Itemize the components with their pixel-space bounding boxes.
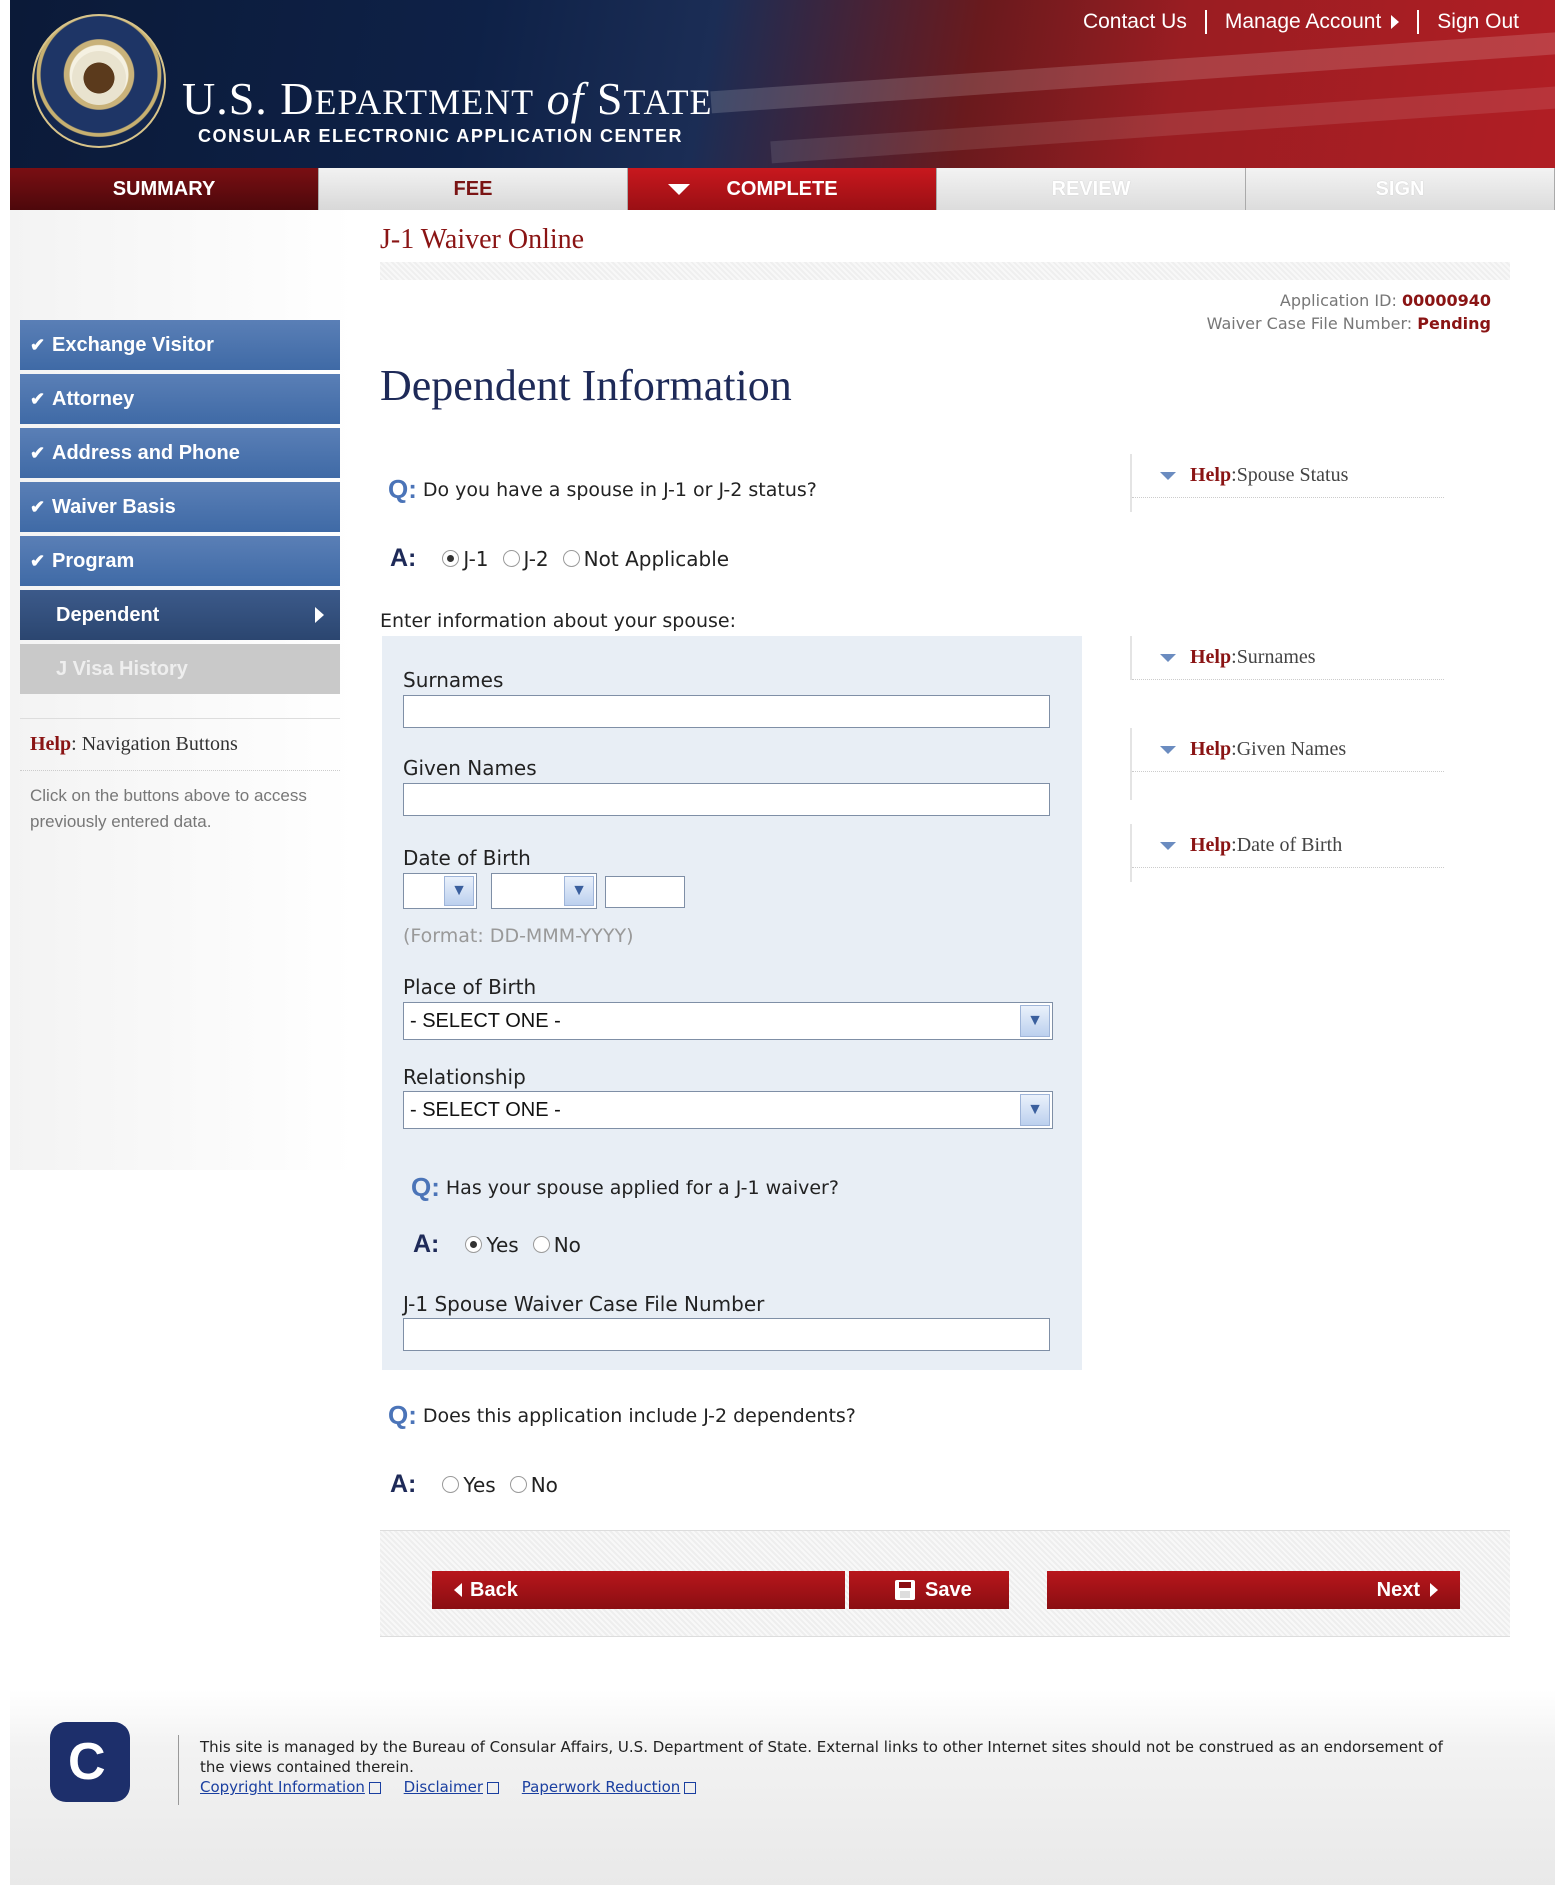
chevron-down-icon: ▼ [564,876,594,906]
application-id-info: Application ID: 00000940 Waiver Case Fil… [1206,291,1491,334]
answer-j2-dependents: A: Yes No [390,1470,558,1498]
help-spouse-status[interactable]: Help: Spouse Status [1130,454,1444,512]
sidebar-item-address-and-phone[interactable]: ✔ Address and Phone [20,428,340,478]
radio-not-applicable[interactable] [562,550,580,567]
date-of-birth-label: Date of Birth [403,846,531,870]
checkmark-icon: ✔ [30,442,46,463]
radio-spouse-waiver-yes[interactable] [465,1236,483,1253]
disclaimer-link[interactable]: Disclaimer [404,1778,499,1796]
step-sign: SIGN [1246,168,1555,210]
relationship-select[interactable]: - SELECT ONE - ▼ [403,1091,1053,1129]
radio-j2-dependents-no[interactable] [509,1476,527,1493]
site-subtitle: CONSULAR ELECTRONIC APPLICATION CENTER [198,126,684,146]
footer-links: Copyright Information Disclaimer Paperwo… [200,1778,714,1796]
dob-year-input[interactable] [605,876,685,908]
case-file-number-label: J-1 Spouse Waiver Case File Number [403,1292,765,1316]
radio-spouse-waiver-no[interactable] [532,1236,550,1253]
radio-j2-dependents-yes[interactable] [442,1476,460,1493]
sidebar-item-exchange-visitor[interactable]: ✔ Exchange Visitor [20,320,340,370]
chevron-down-icon: ▼ [444,876,474,906]
place-of-birth-select[interactable]: - SELECT ONE - ▼ [403,1002,1053,1040]
contact-us-link[interactable]: Contact Us [1065,10,1205,34]
manage-account-link[interactable]: Manage Account [1207,10,1417,34]
given-names-label: Given Names [403,756,537,780]
step-review: REVIEW [937,168,1246,210]
step-summary[interactable]: SUMMARY [10,168,319,210]
checkmark-icon: ✔ [30,550,46,571]
step-fee[interactable]: FEE [319,168,628,210]
chevron-down-icon: ▼ [1020,1005,1050,1037]
app-title: J-1 Waiver Online [380,224,585,255]
question-j2-dependents: Q: Does this application include J-2 depe… [388,1400,856,1430]
spouse-section-label: Enter information about your spouse: [380,610,736,632]
sidebar-item-attorney[interactable]: ✔ Attorney [20,374,340,424]
help-date-of-birth[interactable]: Help: Date of Birth [1130,824,1444,882]
answer-spouse-status: A: J-1 J-2 Not Applicable [390,544,730,572]
application-id: 00000940 [1401,291,1491,310]
surnames-input[interactable] [403,695,1050,728]
arrow-left-icon [454,1583,462,1597]
navigation-help-title[interactable]: Help: Navigation Buttons [20,719,340,771]
department-seal-logo[interactable] [32,14,166,148]
external-link-icon [368,1781,381,1794]
page: U.S. DEPARTMENT of STATE CONSULAR ELECTR… [0,0,1565,1885]
question-spouse-status: Q: Do you have a spouse in J-1 or J-2 sta… [388,474,817,504]
caret-down-icon [1160,745,1176,754]
sidebar-item-program[interactable]: ✔ Program [20,536,340,586]
site-title: U.S. DEPARTMENT of STATE [182,73,713,124]
dob-month-select[interactable]: ▼ [491,873,597,909]
case-file-status: Pending [1417,314,1491,334]
next-button[interactable]: Next [1047,1571,1460,1609]
arrow-right-icon [1430,1583,1438,1597]
relationship-label: Relationship [403,1065,526,1089]
paperwork-reduction-link[interactable]: Paperwork Reduction [522,1778,697,1796]
save-button[interactable]: Save [849,1571,1009,1609]
sidebar-item-j-visa-history: J Visa History [20,644,340,694]
navigation-help: Help: Navigation Buttons Click on the bu… [20,718,340,846]
page-title: Dependent Information [380,361,792,410]
dob-format-hint: (Format: DD-MMM-YYYY) [403,925,634,947]
answer-spouse-waiver: A: Yes No [413,1230,581,1258]
save-disk-icon [895,1580,915,1600]
surnames-label: Surnames [403,668,504,692]
external-link-icon [487,1781,499,1794]
checkmark-icon: ✔ [30,496,46,517]
arrow-right-icon [1391,15,1400,30]
consular-affairs-logo: C [50,1722,130,1802]
help-given-names[interactable]: Help: Given Names [1130,728,1444,800]
caret-down-icon [1160,471,1176,480]
copyright-link[interactable]: Copyright Information [200,1778,381,1796]
back-button[interactable]: Back [432,1571,845,1609]
caret-down-icon [1160,653,1176,662]
place-of-birth-label: Place of Birth [403,975,537,999]
caret-down-icon [1160,841,1176,850]
sidebar-nav: ✔ Exchange Visitor ✔ Attorney ✔ Address and… [20,320,340,698]
radio-j1[interactable] [442,550,460,567]
sidebar-item-dependent[interactable]: Dependent [20,590,340,640]
checkmark-icon: ✔ [30,388,46,409]
given-names-input[interactable] [403,783,1050,816]
radio-j2[interactable] [502,550,520,567]
external-link-icon [684,1781,697,1794]
caret-down-icon [668,184,690,195]
chevron-down-icon: ▼ [1020,1094,1050,1126]
case-file-number-input[interactable] [403,1318,1050,1351]
step-complete[interactable]: COMPLETE [628,168,937,210]
footer-text: This site is managed by the Bureau of Co… [200,1738,1443,1776]
sidebar-item-waiver-basis[interactable]: ✔ Waiver Basis [20,482,340,532]
dob-day-select[interactable]: ▼ [403,873,477,909]
checkmark-icon: ✔ [30,334,46,355]
site-header: U.S. DEPARTMENT of STATE CONSULAR ELECTR… [10,0,1555,168]
help-surnames[interactable]: Help: Surnames [1130,636,1444,680]
question-spouse-waiver: Q: Has your spouse applied for a J-1 waiv… [411,1172,839,1202]
progress-steps: SUMMARY FEE COMPLETE REVIEW SIGN [10,168,1555,210]
navigation-help-text: Click on the buttons above to access pre… [30,786,307,831]
arrow-right-icon [315,607,324,623]
sign-out-link[interactable]: Sign Out [1419,10,1537,34]
top-links: Contact Us Manage Account Sign Out [1065,10,1537,34]
